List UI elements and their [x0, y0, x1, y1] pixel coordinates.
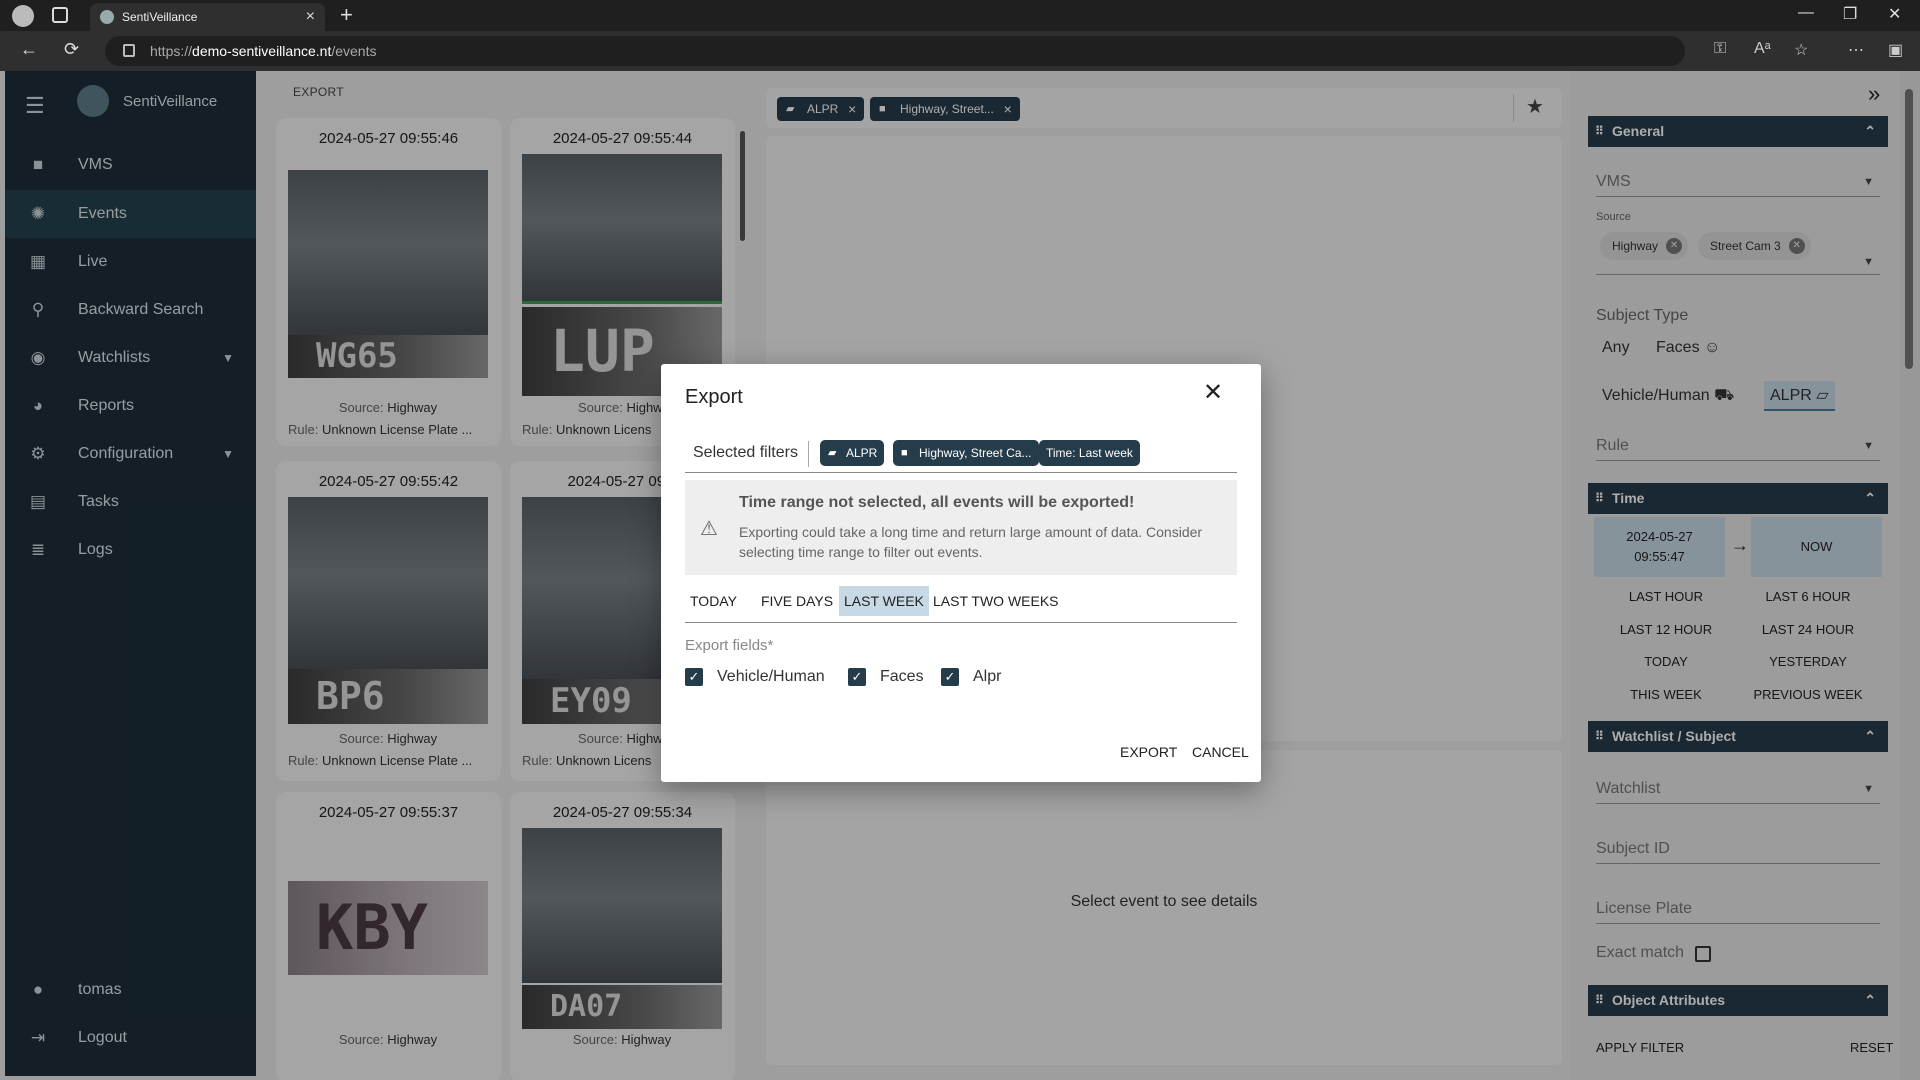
sidebar-toggle-icon[interactable]: ▣: [1888, 40, 1903, 60]
more-icon[interactable]: ⋯: [1848, 40, 1864, 60]
cancel-button[interactable]: CANCEL: [1192, 744, 1249, 760]
field-checkbox-vehicle-human[interactable]: ✓ Vehicle/Human: [685, 666, 825, 688]
minimize-icon[interactable]: —: [1798, 4, 1814, 22]
url-path: /events: [331, 43, 377, 59]
time-range-today[interactable]: TODAY: [685, 586, 742, 616]
video-camera-icon: ■: [901, 447, 908, 459]
browser-tab-bar: SentiVeillance × + — ❐ ✕: [0, 0, 1920, 31]
warning-title: Time range not selected, all events will…: [739, 494, 1135, 511]
tab-title: SentiVeillance: [122, 10, 198, 24]
checkmark-icon[interactable]: ✓: [848, 668, 866, 686]
favicon-icon: [100, 10, 114, 24]
browser-tab[interactable]: SentiVeillance ×: [90, 3, 325, 31]
field-checkbox-faces[interactable]: ✓ Faces: [848, 666, 924, 688]
chip-label: Highway, Street Ca...: [919, 446, 1032, 460]
reload-icon[interactable]: ⟳: [64, 39, 79, 60]
divider: [685, 472, 1237, 473]
read-aloud-icon[interactable]: Aᵃ: [1754, 40, 1771, 58]
export-button[interactable]: EXPORT: [1120, 744, 1177, 760]
url-field[interactable]: https://demo-sentiveillance.nt/events: [105, 36, 1685, 66]
checkmark-icon[interactable]: ✓: [941, 668, 959, 686]
selected-filter-chip-alpr: ▰ ALPR: [820, 440, 885, 466]
restore-icon[interactable]: ❐: [1843, 4, 1857, 24]
dialog-title: Export: [685, 386, 743, 408]
divider: [808, 441, 809, 467]
selected-filters-label: Selected filters: [693, 444, 798, 461]
address-bar-row: ← ⟳ https://demo-sentiveillance.nt/event…: [0, 31, 1920, 71]
checkmark-icon[interactable]: ✓: [685, 668, 703, 686]
close-icon[interactable]: ✕: [1203, 378, 1223, 407]
selected-filter-chip-time: Time: Last week: [1039, 440, 1140, 466]
back-icon[interactable]: ←: [20, 39, 38, 60]
close-window-icon[interactable]: ✕: [1888, 4, 1901, 24]
favorite-star-icon[interactable]: ☆: [1794, 40, 1808, 60]
new-tab-icon[interactable]: +: [340, 2, 353, 28]
warning-box: ⚠ Time range not selected, all events wi…: [685, 480, 1237, 575]
key-icon[interactable]: ⚿: [1714, 40, 1726, 58]
warning-icon: ⚠: [700, 518, 718, 540]
export-fields-label: Export fields*: [685, 637, 774, 654]
tab-actions-icon[interactable]: [52, 7, 68, 23]
export-dialog: Export ✕ Selected filters ▰ ALPR ■ Highw…: [661, 364, 1261, 782]
tab-close-icon[interactable]: ×: [306, 3, 315, 31]
url-host: demo-sentiveillance.nt: [192, 43, 332, 59]
checkbox-label: Alpr: [973, 668, 1002, 685]
divider: [685, 622, 1237, 623]
lock-icon: [123, 44, 135, 57]
selected-filter-chip-source: ■ Highway, Street Ca...: [893, 440, 1039, 466]
chip-label: ALPR: [846, 446, 878, 460]
alpr-icon: ▰: [828, 447, 837, 459]
chip-label: Time: Last week: [1046, 446, 1133, 460]
checkbox-label: Vehicle/Human: [717, 668, 825, 685]
checkbox-label: Faces: [880, 668, 924, 685]
profile-avatar-icon[interactable]: [12, 5, 34, 27]
url-scheme: https://: [150, 43, 193, 59]
time-range-last-two-weeks[interactable]: LAST TWO WEEKS: [928, 586, 1064, 616]
warning-text: Exporting could take a long time and ret…: [739, 524, 1203, 560]
time-range-last-week[interactable]: LAST WEEK: [839, 586, 929, 616]
time-range-five-days[interactable]: FIVE DAYS: [756, 586, 838, 616]
field-checkbox-alpr[interactable]: ✓ Alpr: [941, 666, 1001, 688]
